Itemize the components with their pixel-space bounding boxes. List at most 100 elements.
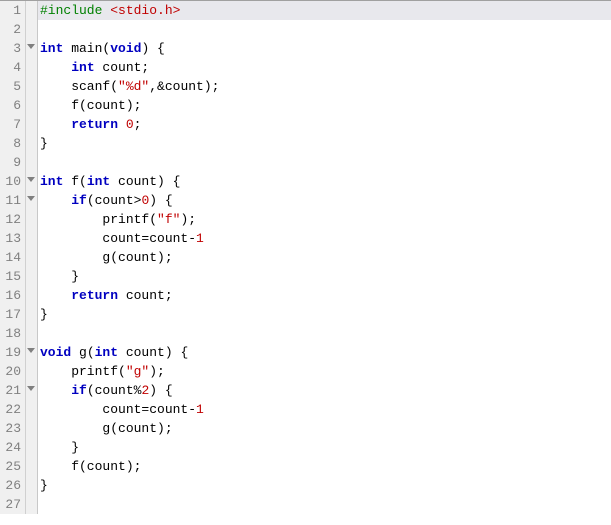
line-number[interactable]: 9: [0, 153, 26, 172]
code-content[interactable]: return 0;: [38, 115, 611, 134]
code-line[interactable]: 13 count=count-1: [0, 229, 611, 248]
line-number[interactable]: 4: [0, 58, 26, 77]
code-content[interactable]: }: [38, 267, 611, 286]
code-line[interactable]: 14 g(count);: [0, 248, 611, 267]
code-content[interactable]: int f(int count) {: [38, 172, 611, 191]
line-number[interactable]: 19: [0, 343, 26, 362]
fold-toggle-icon[interactable]: [27, 196, 35, 201]
code-line[interactable]: 1 #include <stdio.h>: [0, 1, 611, 20]
code-line[interactable]: 9: [0, 153, 611, 172]
code-content[interactable]: void g(int count) {: [38, 343, 611, 362]
fold-gutter[interactable]: [26, 39, 38, 58]
code-line[interactable]: 15 }: [0, 267, 611, 286]
line-number[interactable]: 18: [0, 324, 26, 343]
code-content[interactable]: [38, 20, 611, 39]
code-line[interactable]: 8}: [0, 134, 611, 153]
code-line[interactable]: 25 f(count);: [0, 457, 611, 476]
fold-toggle-icon[interactable]: [27, 44, 35, 49]
code-line[interactable]: 10 int f(int count) {: [0, 172, 611, 191]
token: g(count);: [40, 250, 173, 265]
code-content[interactable]: count=count-1: [38, 400, 611, 419]
line-number[interactable]: 6: [0, 96, 26, 115]
code-content[interactable]: printf("f");: [38, 210, 611, 229]
fold-gutter: [26, 229, 38, 248]
code-editor[interactable]: 1#include <stdio.h>23int main(void) {4 i…: [0, 1, 611, 525]
line-number[interactable]: 27: [0, 495, 26, 514]
code-line[interactable]: 7 return 0;: [0, 115, 611, 134]
code-content[interactable]: }: [38, 438, 611, 457]
code-line[interactable]: 22 count=count-1: [0, 400, 611, 419]
code-line[interactable]: 4 int count;: [0, 58, 611, 77]
line-number[interactable]: 5: [0, 77, 26, 96]
fold-toggle-icon[interactable]: [27, 177, 35, 182]
code-content[interactable]: g(count);: [38, 419, 611, 438]
token: 1: [196, 402, 204, 417]
line-number[interactable]: 2: [0, 20, 26, 39]
line-number[interactable]: 26: [0, 476, 26, 495]
fold-gutter[interactable]: [26, 191, 38, 210]
code-line[interactable]: 3 int main(void) {: [0, 39, 611, 58]
code-content[interactable]: }: [38, 134, 611, 153]
line-number[interactable]: 24: [0, 438, 26, 457]
code-line[interactable]: 6 f(count);: [0, 96, 611, 115]
line-number[interactable]: 15: [0, 267, 26, 286]
code-line[interactable]: 2: [0, 20, 611, 39]
line-number[interactable]: 25: [0, 457, 26, 476]
code-line[interactable]: 21 if(count%2) {: [0, 381, 611, 400]
line-number[interactable]: 7: [0, 115, 26, 134]
fold-gutter: [26, 1, 38, 20]
fold-gutter[interactable]: [26, 381, 38, 400]
fold-gutter[interactable]: [26, 172, 38, 191]
code-content[interactable]: scanf("%d",&count);: [38, 77, 611, 96]
line-number[interactable]: 13: [0, 229, 26, 248]
code-line[interactable]: 20 printf("g");: [0, 362, 611, 381]
token: main(: [63, 41, 110, 56]
fold-toggle-icon[interactable]: [27, 348, 35, 353]
code-content[interactable]: int count;: [38, 58, 611, 77]
line-number[interactable]: 16: [0, 286, 26, 305]
code-content[interactable]: f(count);: [38, 96, 611, 115]
fold-gutter[interactable]: [26, 343, 38, 362]
code-content[interactable]: [38, 324, 611, 343]
token: ) {: [149, 383, 172, 398]
line-number[interactable]: 3: [0, 39, 26, 58]
line-number[interactable]: 8: [0, 134, 26, 153]
code-content[interactable]: [38, 495, 611, 514]
code-content[interactable]: if(count>0) {: [38, 191, 611, 210]
code-content[interactable]: #include <stdio.h>: [38, 1, 611, 20]
code-content[interactable]: return count;: [38, 286, 611, 305]
code-line[interactable]: 26}: [0, 476, 611, 495]
token: (count>: [87, 193, 142, 208]
code-line[interactable]: 18: [0, 324, 611, 343]
code-content[interactable]: }: [38, 476, 611, 495]
code-content[interactable]: if(count%2) {: [38, 381, 611, 400]
line-number[interactable]: 11: [0, 191, 26, 210]
line-number[interactable]: 10: [0, 172, 26, 191]
code-content[interactable]: int main(void) {: [38, 39, 611, 58]
code-line[interactable]: 19 void g(int count) {: [0, 343, 611, 362]
line-number[interactable]: 17: [0, 305, 26, 324]
code-content[interactable]: f(count);: [38, 457, 611, 476]
code-content[interactable]: }: [38, 305, 611, 324]
code-line[interactable]: 11 if(count>0) {: [0, 191, 611, 210]
line-number[interactable]: 14: [0, 248, 26, 267]
code-content[interactable]: printf("g");: [38, 362, 611, 381]
line-number[interactable]: 12: [0, 210, 26, 229]
code-content[interactable]: count=count-1: [38, 229, 611, 248]
code-line[interactable]: 12 printf("f");: [0, 210, 611, 229]
code-line[interactable]: 17}: [0, 305, 611, 324]
line-number[interactable]: 20: [0, 362, 26, 381]
code-line[interactable]: 16 return count;: [0, 286, 611, 305]
code-line[interactable]: 27: [0, 495, 611, 514]
code-line[interactable]: 5 scanf("%d",&count);: [0, 77, 611, 96]
line-number[interactable]: 23: [0, 419, 26, 438]
line-number[interactable]: 22: [0, 400, 26, 419]
line-number[interactable]: 1: [0, 1, 26, 20]
fold-toggle-icon[interactable]: [27, 386, 35, 391]
line-number[interactable]: 21: [0, 381, 26, 400]
code-content[interactable]: g(count);: [38, 248, 611, 267]
code-content[interactable]: [38, 153, 611, 172]
code-line[interactable]: 23 g(count);: [0, 419, 611, 438]
token: ) {: [141, 41, 164, 56]
code-line[interactable]: 24 }: [0, 438, 611, 457]
